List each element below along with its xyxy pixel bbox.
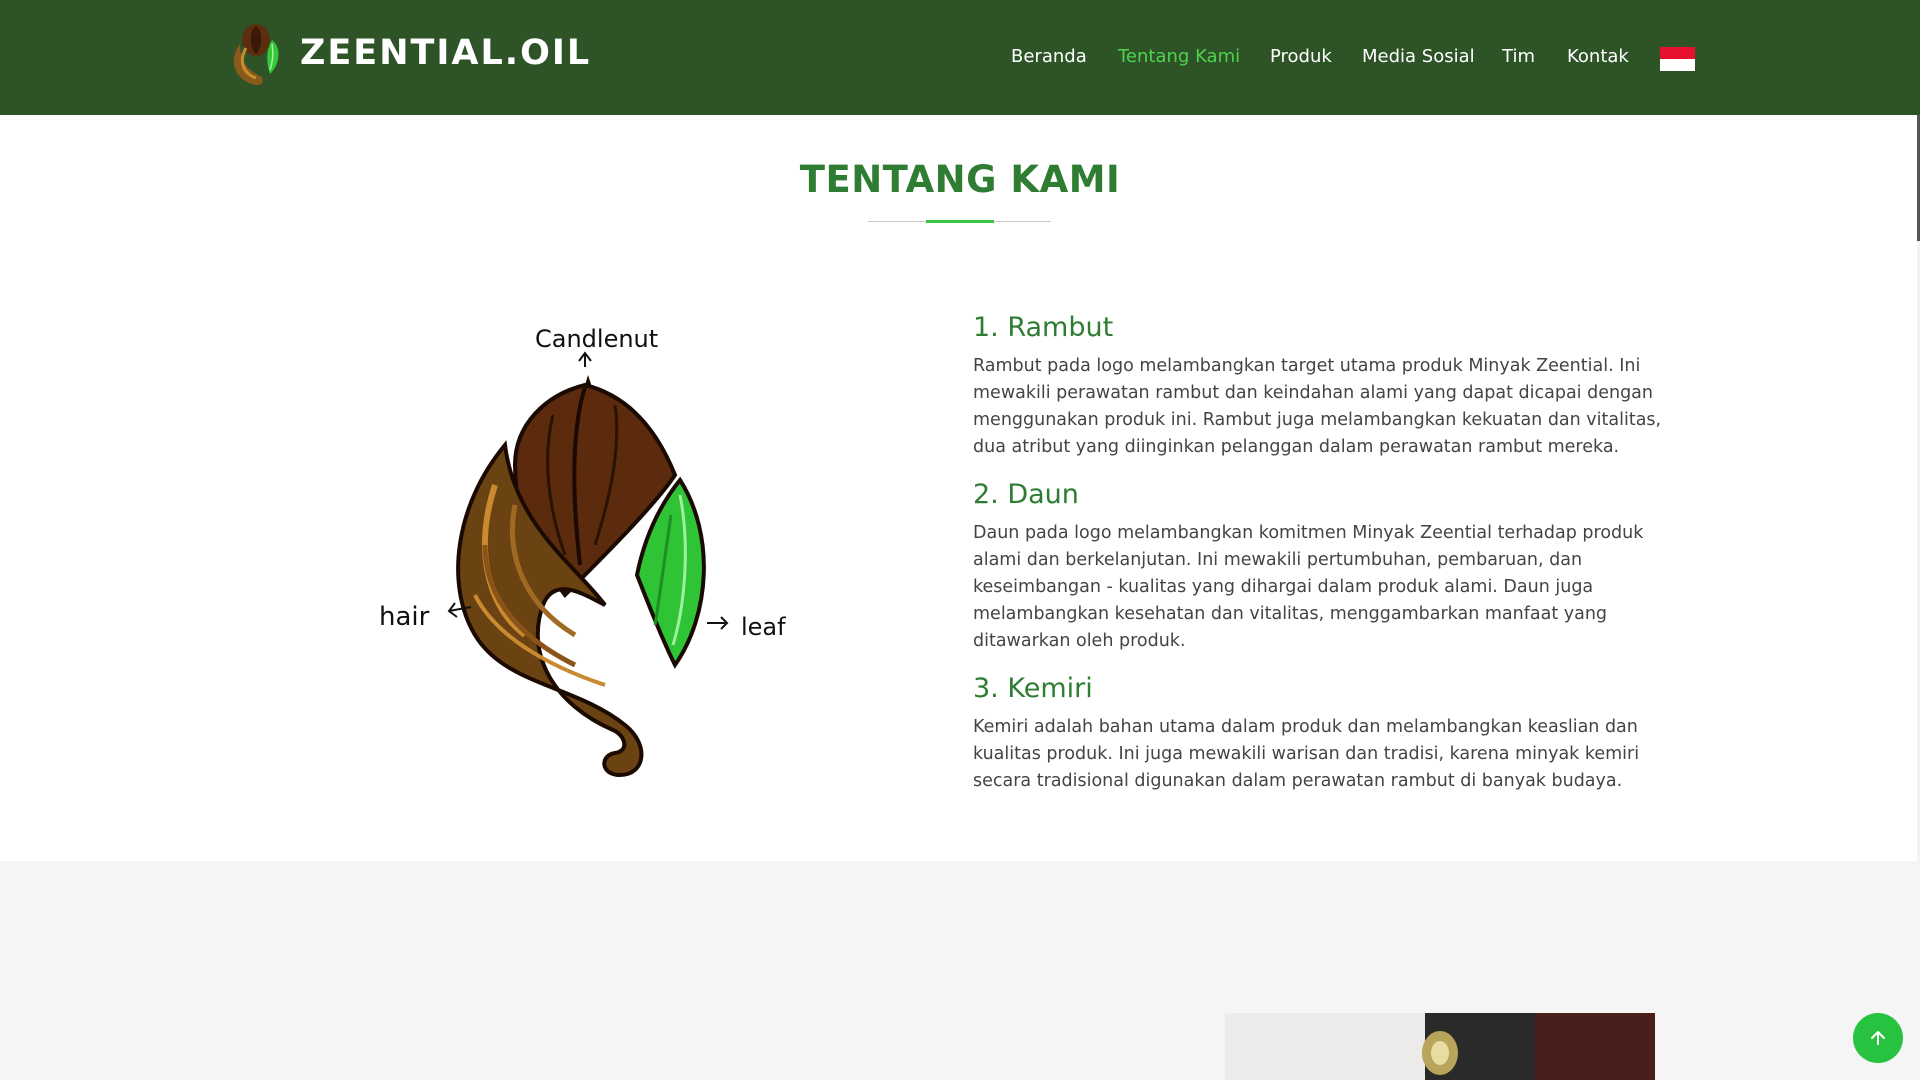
about-content: 1. Rambut Rambut pada logo melambangkan … bbox=[973, 312, 1693, 813]
item-body: Kemiri adalah bahan utama dalam produk d… bbox=[973, 717, 1640, 791]
nav-item-tim[interactable]: Tim bbox=[1502, 46, 1535, 67]
item-title: 1. Rambut bbox=[973, 312, 1114, 343]
product-photo bbox=[1225, 1013, 1655, 1080]
logo-illustration: Candlenut hair leaf bbox=[379, 325, 786, 778]
nav-item-media-sosial[interactable]: Media Sosial bbox=[1362, 46, 1475, 67]
item-title: 2. Daun bbox=[973, 479, 1079, 510]
site-header: ZEENTIAL.OIL Beranda Tentang Kami Produk… bbox=[0, 0, 1920, 115]
item-body: Daun pada logo melambangkan komitmen Min… bbox=[973, 523, 1644, 651]
arrow-up-icon bbox=[1871, 1031, 1885, 1045]
label-leaf: leaf bbox=[741, 613, 786, 641]
back-to-top-button[interactable] bbox=[1853, 1013, 1903, 1063]
label-hair: hair bbox=[379, 602, 430, 632]
nav-item-kontak[interactable]: Kontak bbox=[1567, 46, 1629, 67]
item-title: 3. Kemiri bbox=[973, 673, 1093, 704]
nav-item-produk[interactable]: Produk bbox=[1270, 46, 1332, 67]
about-item-kemiri: 3. Kemiri Kemiri adalah bahan utama dala… bbox=[973, 673, 1693, 795]
label-candlenut: Candlenut bbox=[535, 325, 658, 353]
title-divider-accent bbox=[926, 220, 994, 223]
main-nav: Beranda Tentang Kami Produk Media Sosial… bbox=[0, 46, 1920, 70]
about-item-daun: 2. Daun Daun pada logo melambangkan komi… bbox=[973, 479, 1693, 655]
section-title: TENTANG KAMI bbox=[799, 158, 1121, 201]
product-photo-image bbox=[1225, 1013, 1655, 1080]
nav-item-tentang-kami[interactable]: Tentang Kami bbox=[1118, 46, 1240, 67]
indonesia-flag-icon[interactable] bbox=[1660, 47, 1695, 71]
about-item-rambut: 1. Rambut Rambut pada logo melambangkan … bbox=[973, 312, 1693, 461]
item-body: Rambut pada logo melambangkan target uta… bbox=[973, 356, 1662, 457]
nav-item-beranda[interactable]: Beranda bbox=[1011, 46, 1087, 67]
